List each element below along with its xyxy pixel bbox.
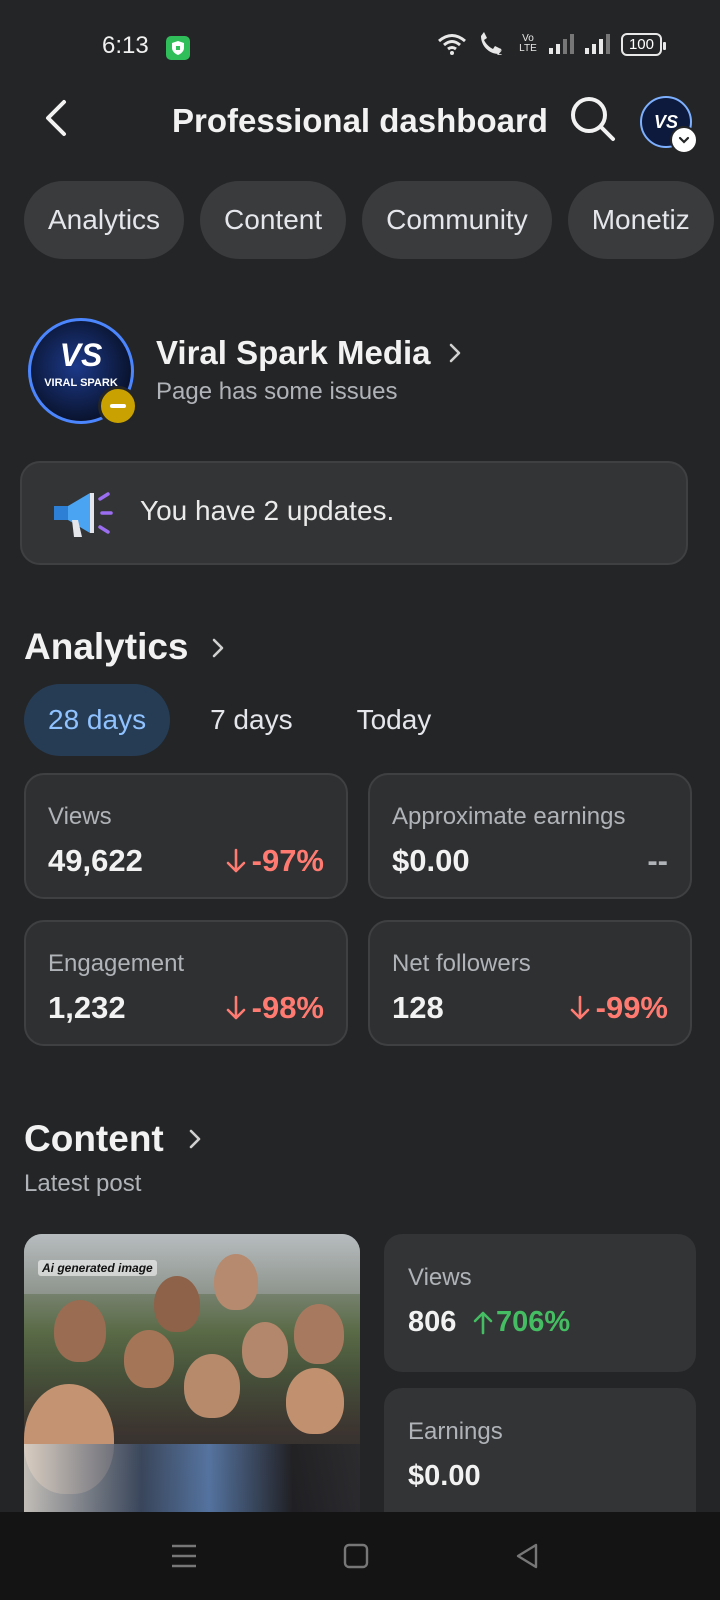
chip-content[interactable]: Content [200, 181, 347, 259]
signal-strength-1-icon [548, 34, 574, 54]
analytics-heading[interactable]: Analytics [24, 626, 189, 668]
post-views-change-value: 706% [496, 1306, 571, 1338]
profile-switcher-avatar[interactable]: VS [640, 96, 698, 154]
arrow-down-icon [226, 995, 245, 1020]
metric-change-value: -- [647, 843, 668, 878]
ai-generated-tag: Ai generated image [38, 1260, 157, 1276]
updates-banner[interactable]: You have 2 updates. [20, 461, 688, 565]
battery-indicator: 100 [620, 32, 667, 56]
chip-community[interactable]: Community [362, 181, 552, 259]
sim2-label: 2 [497, 47, 502, 56]
metric-value: 49,622 [48, 843, 143, 878]
arrow-down-icon [226, 848, 245, 873]
post-earnings-card[interactable]: Earnings $0.00 [384, 1388, 696, 1512]
metric-label: Views [48, 803, 112, 830]
metric-card-views[interactable]: Views 49,622 -97% [24, 773, 348, 899]
photo-person [286, 1368, 344, 1434]
content-heading[interactable]: Content [24, 1118, 164, 1160]
metric-card-net-followers[interactable]: Net followers 128 -99% [368, 920, 692, 1046]
date-range-tabs: 28 days 7 days Today [24, 684, 455, 756]
metric-value: 128 [392, 990, 444, 1025]
metric-change: -98% [224, 990, 324, 1026]
latest-post-thumbnail[interactable]: Ai generated image [24, 1234, 360, 1512]
volte-label: Vo LTE [519, 33, 537, 54]
page-logo-text: VS [59, 337, 103, 373]
metric-value: 1,232 [48, 990, 126, 1025]
system-navigation-bar [0, 1512, 720, 1600]
section-chips: Analytics Content Community Monetiz [24, 181, 714, 259]
page-status-text: Page has some issues [156, 378, 398, 405]
photo-person [214, 1254, 258, 1310]
updates-text: You have 2 updates. [140, 495, 395, 526]
chevron-down-icon [670, 126, 698, 154]
wifi-icon [438, 34, 466, 55]
signal-strength-2-icon [584, 34, 610, 54]
menu-icon[interactable] [168, 1540, 200, 1572]
post-views-value: 806 [408, 1306, 457, 1338]
status-icons: 2 Vo LTE 100 [437, 32, 667, 56]
metric-card-approximate-earnings[interactable]: Approximate earnings $0.00 -- [368, 773, 692, 899]
photo-person [294, 1304, 344, 1364]
photo-person [124, 1330, 174, 1388]
range-tab-28-days[interactable]: 28 days [24, 684, 171, 756]
photo-person [242, 1322, 288, 1378]
metric-label: Approximate earnings [392, 803, 626, 830]
metric-change: -- [647, 843, 668, 879]
metric-change: -99% [568, 990, 668, 1026]
metric-change-value: -97% [251, 843, 324, 878]
post-earnings-label: Earnings [408, 1418, 503, 1445]
range-tab-today[interactable]: Today [333, 684, 456, 756]
arrow-up-icon [473, 1311, 493, 1334]
metric-label: Net followers [392, 950, 531, 977]
page-info-row[interactable]: VS VIRAL SPARK Viral Spark Media Page ha… [28, 318, 688, 428]
security-shield-icon [166, 36, 190, 60]
page-status-minus-icon [98, 386, 138, 426]
arrow-down-icon [570, 995, 589, 1020]
photo-person [54, 1300, 106, 1362]
metric-value: $0.00 [392, 843, 470, 878]
chevron-right-icon [442, 340, 468, 366]
range-tab-7-days[interactable]: 7 days [186, 684, 317, 756]
megaphone-icon [50, 489, 114, 539]
analytics-chevron-right-icon[interactable] [206, 636, 230, 660]
chip-analytics[interactable]: Analytics [24, 181, 185, 259]
metric-change-value: -99% [595, 990, 668, 1025]
metric-label: Engagement [48, 950, 185, 977]
photo-shirts [24, 1444, 360, 1512]
latest-post-label: Latest post [24, 1170, 142, 1197]
metric-change-value: -98% [251, 990, 324, 1025]
status-bar: 6:13 2 Vo LTE 100 [0, 0, 720, 96]
post-earnings-value: $0.00 [408, 1460, 481, 1492]
photo-person [184, 1354, 240, 1418]
status-time: 6:13 [102, 32, 149, 59]
photo-person [154, 1276, 200, 1332]
home-icon[interactable] [340, 1540, 372, 1572]
chip-monetization[interactable]: Monetiz [567, 181, 714, 259]
top-bar: Professional dashboard VS [0, 90, 720, 154]
metric-card-engagement[interactable]: Engagement 1,232 -98% [24, 920, 348, 1046]
content-chevron-right-icon[interactable] [183, 1127, 207, 1151]
post-views-label: Views [408, 1264, 472, 1291]
metric-change: -97% [224, 843, 324, 879]
wifi-calling-icon: 2 [480, 32, 502, 56]
back-triangle-icon[interactable] [512, 1540, 544, 1572]
page-name[interactable]: Viral Spark Media [156, 334, 431, 372]
post-views-change: 706% [472, 1306, 570, 1339]
post-views-card[interactable]: Views 806 706% [384, 1234, 696, 1372]
search-icon[interactable] [568, 94, 618, 144]
